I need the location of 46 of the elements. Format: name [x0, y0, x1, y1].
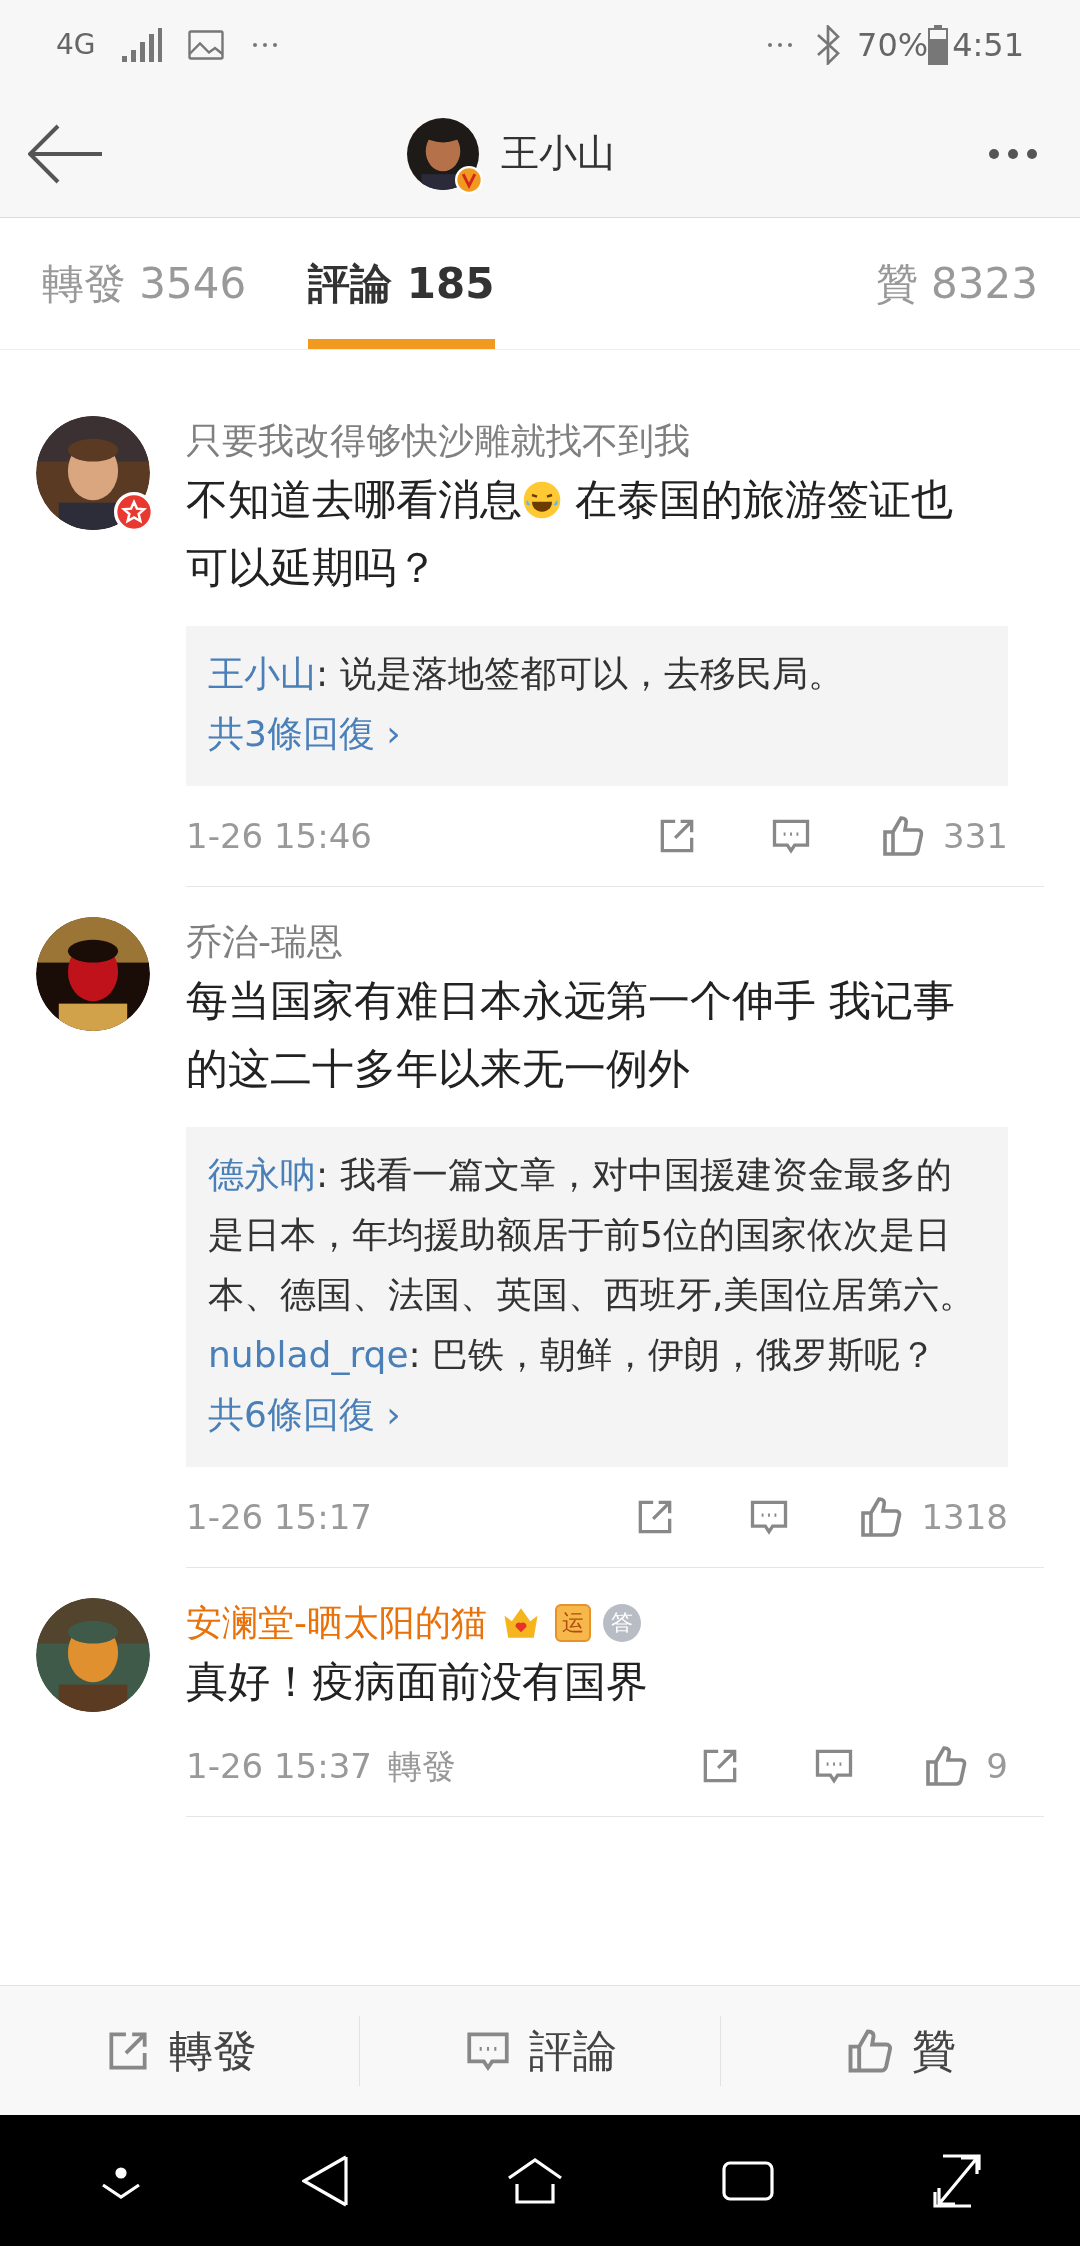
back-arrow-icon[interactable]	[28, 123, 104, 184]
commenter-name[interactable]: 乔治-瑞恩	[186, 924, 343, 960]
laughing-emoji-icon	[522, 480, 562, 520]
like-count[interactable]: 1318	[921, 1491, 1008, 1543]
like-action-button[interactable]: 贊	[719, 2015, 1080, 2086]
reply-text: 王小山: 说是落地签都可以，去移民局。	[208, 652, 845, 696]
reply-username[interactable]: nublad_rqe	[208, 1334, 409, 1375]
more-options-icon[interactable]	[988, 147, 1038, 160]
badge: 运	[555, 1604, 591, 1642]
like-count[interactable]: 9	[986, 1740, 1008, 1792]
more-replies-link[interactable]: 共6條回復 ›	[208, 1385, 401, 1445]
comment-text: 每当国家有难日本永远第一个伸手 我记事的这二十多年以来无一例外	[186, 975, 957, 1095]
comment-time: 1-26 15:46	[186, 814, 372, 858]
comment-action-button[interactable]: 評論	[359, 2015, 720, 2086]
comment-text: 真好！疫病面前没有国界	[186, 1656, 649, 1708]
medal-badge: 答	[603, 1604, 641, 1642]
bluetooth-icon	[815, 25, 841, 65]
signal-icon	[121, 28, 162, 62]
more-replies-link[interactable]: 共3條回復 ›	[208, 704, 401, 764]
network-type: 4G	[56, 27, 96, 63]
reply-username[interactable]: 王小山	[208, 653, 316, 694]
repost-action-button[interactable]: 轉發	[0, 2015, 360, 2086]
user-title: 王小山	[501, 130, 615, 177]
clock: 4:51	[952, 25, 1024, 66]
more-icon	[767, 41, 793, 49]
recent-apps-icon[interactable]	[721, 2160, 774, 2201]
image-icon	[187, 30, 224, 60]
home-icon[interactable]	[507, 2157, 563, 2204]
commenter-name[interactable]: 安澜堂-晒太阳的猫	[186, 1605, 487, 1641]
like-count[interactable]: 331	[943, 810, 1008, 862]
reply-text: nublad_rqe: 巴铁，朝鲜，伊朗，俄罗斯呢？	[208, 1333, 938, 1377]
more-icon	[251, 41, 278, 49]
comment-text: 不知道去哪看消息 在泰国的旅游签证也可以延期吗？	[186, 474, 955, 594]
battery-percent: 70%	[857, 25, 929, 66]
comment-time: 1-26 15:17	[186, 1495, 372, 1539]
reply-text: 德永呐: 我看一篇文章，对中国援建资金最多的是日本，年均援助额居于前5位的国家依次是日本、德国、法国、英国、西班牙,美国位居第六。	[208, 1153, 977, 1317]
tab[interactable]: 評論 185	[308, 218, 495, 349]
repost-label: 轉發	[387, 1744, 456, 1788]
back-icon[interactable]	[302, 2154, 349, 2207]
battery-icon	[928, 25, 949, 65]
commenter-name[interactable]: 只要我改得够快沙雕就找不到我	[186, 423, 690, 459]
comment-time: 1-26 15:37	[186, 1744, 372, 1788]
tab[interactable]: 贊 8323	[875, 218, 1038, 349]
tab[interactable]: 轉發 3546	[42, 218, 247, 349]
expand-icon[interactable]	[932, 2153, 981, 2208]
reply-username[interactable]: 德永呐	[208, 1154, 316, 1195]
